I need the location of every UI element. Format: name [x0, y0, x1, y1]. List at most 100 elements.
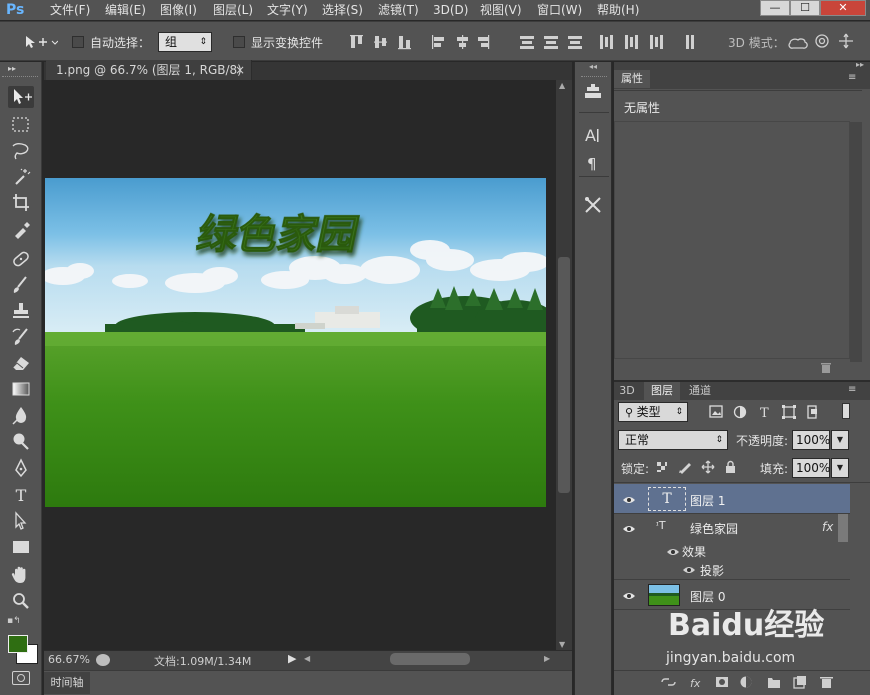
hand-tool[interactable]	[8, 564, 34, 586]
opacity-input[interactable]: 100%	[792, 430, 830, 450]
menu-3d[interactable]: 3D(D)	[433, 0, 468, 20]
show-transform-checkbox[interactable]	[233, 36, 245, 48]
default-colors-icon[interactable]: ▪↰	[7, 616, 21, 626]
paragraph-panel-icon[interactable]: ¶	[581, 152, 607, 177]
fill-input[interactable]: 100%	[792, 458, 830, 478]
dodge-tool[interactable]	[8, 430, 34, 452]
layer-filter-dropdown[interactable]: ⚲ 类型 ⇕	[618, 402, 688, 422]
document-tab[interactable]: 1.png @ 66.7% (图层 1, RGB/8) * ×	[46, 60, 252, 97]
tab-layers[interactable]: 图层	[644, 382, 680, 400]
close-window-button[interactable]: ✕	[820, 0, 866, 16]
type-tool[interactable]: T	[8, 484, 34, 506]
zoom-level[interactable]: 66.67%	[48, 653, 90, 666]
zoom-tool[interactable]	[8, 590, 34, 612]
crop-tool[interactable]	[8, 192, 34, 214]
menu-filter[interactable]: 滤镜(T)	[378, 0, 419, 20]
layers-menu-icon[interactable]: ≡	[848, 384, 856, 395]
menu-image[interactable]: 图像(I)	[160, 0, 197, 20]
tab-channels[interactable]: 通道	[684, 382, 716, 400]
tools-grip[interactable]	[2, 76, 38, 78]
history-brush-tool[interactable]	[8, 326, 34, 348]
expand-panels-icon[interactable]: ◂◂	[589, 62, 597, 71]
visibility-eye-icon[interactable]	[622, 494, 636, 504]
layer-name[interactable]: 图层 1	[690, 492, 725, 509]
maximize-button[interactable]: ☐	[790, 0, 820, 16]
marquee-tool[interactable]	[8, 114, 34, 136]
auto-select-label: 自动选择：	[90, 36, 151, 50]
strip-grip[interactable]	[581, 76, 607, 77]
options-bar: 自动选择： 组 ⇕ 显示变换控件 3D 模式：	[0, 21, 870, 61]
menu-edit[interactable]: 编辑(E)	[105, 0, 146, 20]
drop-shadow-eye-icon[interactable]	[682, 564, 696, 574]
fill-slider-arrow-icon[interactable]: ▼	[831, 458, 849, 478]
status-info-icon[interactable]	[96, 654, 110, 666]
auto-select-checkbox[interactable]	[72, 36, 84, 48]
filter-toggle-switch[interactable]	[842, 403, 850, 419]
gradient-tool[interactable]	[8, 378, 34, 400]
properties-tab[interactable]: 属性	[614, 70, 650, 88]
vertical-scroll-thumb[interactable]	[558, 257, 570, 493]
collapse-right-dock-icon[interactable]: ▸▸	[856, 60, 864, 69]
eraser-tool[interactable]	[8, 352, 34, 374]
brush-tool[interactable]	[8, 274, 34, 296]
effects-eye-icon[interactable]	[666, 546, 680, 556]
collapse-tools-icon[interactable]: ▸▸	[8, 64, 16, 73]
eyedropper-tool[interactable]	[8, 218, 34, 240]
lasso-tool[interactable]	[8, 140, 34, 162]
move-tool-preset-icon[interactable]	[24, 34, 59, 53]
blend-mode-dropdown[interactable]: 正常 ⇕	[618, 430, 728, 450]
magic-wand-tool[interactable]	[8, 166, 34, 188]
scroll-up-icon[interactable]: ▲	[559, 81, 565, 90]
menu-help[interactable]: 帮助(H)	[597, 0, 639, 20]
3d-mode-icons[interactable]	[788, 32, 864, 53]
layer-name[interactable]: 绿色家园	[690, 520, 738, 537]
path-selection-tool[interactable]	[8, 510, 34, 532]
rectangle-tool[interactable]	[8, 536, 34, 558]
horizontal-scroll-thumb[interactable]	[390, 653, 470, 665]
timeline-tab[interactable]: 时间轴	[44, 672, 90, 694]
status-menu-arrow-icon[interactable]: ▶	[288, 652, 296, 665]
tool-presets-icon[interactable]	[581, 194, 607, 219]
drop-shadow-label[interactable]: 投影	[700, 562, 724, 579]
move-tool[interactable]	[8, 86, 34, 108]
clone-stamp-tool[interactable]	[8, 300, 34, 322]
visibility-eye-icon[interactable]	[622, 590, 636, 600]
menu-window[interactable]: 窗口(W)	[537, 0, 582, 20]
foreground-color-swatch[interactable]	[8, 635, 28, 653]
fx-icon[interactable]: fx	[822, 520, 833, 534]
layers-scroll-thumb[interactable]	[838, 514, 848, 542]
menu-select[interactable]: 选择(S)	[322, 0, 363, 20]
properties-trash-icon[interactable]	[820, 362, 832, 377]
layer-row-styled[interactable]: ᶦT 绿色家园 fx 效果 投影	[614, 514, 850, 580]
menu-layer[interactable]: 图层(L)	[213, 0, 253, 20]
pen-tool[interactable]	[8, 458, 34, 480]
history-panel-icon[interactable]	[581, 82, 607, 107]
menu-file[interactable]: 文件(F)	[50, 0, 90, 20]
menu-view[interactable]: 视图(V)	[480, 0, 522, 20]
properties-scrollbar[interactable]	[850, 122, 862, 362]
properties-menu-icon[interactable]: ≡	[848, 72, 856, 83]
minimize-button[interactable]: —	[760, 0, 790, 16]
visibility-eye-icon[interactable]	[622, 523, 636, 533]
canvas-image[interactable]: 绿色家园	[45, 178, 546, 507]
quick-mask-icon[interactable]	[12, 671, 30, 685]
lock-icons[interactable]	[656, 460, 740, 477]
close-tab-icon[interactable]: ×	[235, 60, 245, 80]
layers-footer-icons[interactable]: fx	[660, 674, 840, 693]
fill-label: 填充:	[760, 462, 789, 476]
blur-tool[interactable]	[8, 404, 34, 426]
layer-filter-icons[interactable]: T	[708, 404, 828, 423]
opacity-slider-arrow-icon[interactable]: ▼	[831, 430, 849, 450]
scroll-right-icon[interactable]: ▶	[544, 654, 550, 663]
character-panel-icon[interactable]: A	[581, 124, 607, 149]
watermark-logo: Baidu经验	[668, 608, 825, 643]
layer-row-text[interactable]: T 图层 1	[614, 484, 850, 514]
auto-select-dropdown[interactable]: 组 ⇕	[158, 32, 212, 52]
status-bar: 66.67% 文档:1.09M/1.34M ▶ ◀ ▶	[44, 650, 572, 670]
scroll-down-icon[interactable]: ▼	[559, 640, 565, 649]
menu-type[interactable]: 文字(Y)	[267, 0, 308, 20]
scroll-left-icon[interactable]: ◀	[304, 654, 310, 663]
healing-brush-tool[interactable]	[8, 248, 34, 270]
svg-text:fx: fx	[690, 677, 701, 690]
tab-3d[interactable]: 3D	[616, 382, 638, 400]
